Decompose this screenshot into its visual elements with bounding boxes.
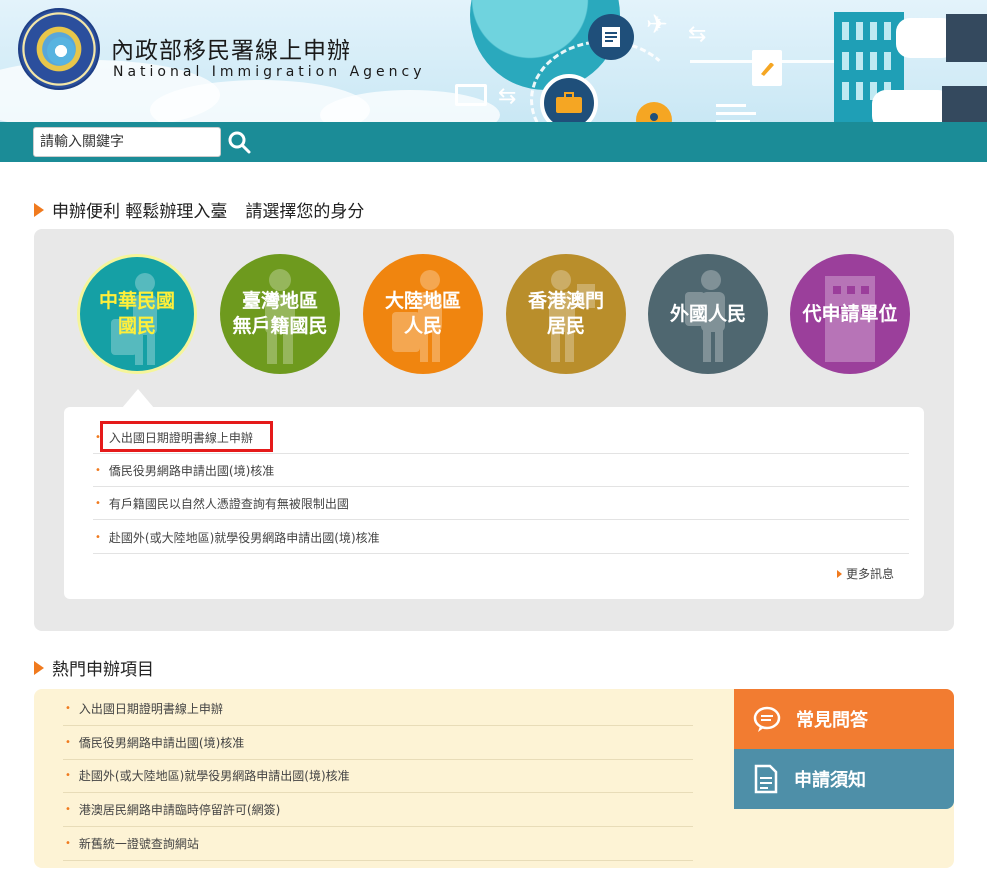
identity-option-label: 臺灣地區 — [241, 290, 318, 312]
popular-section-title: 熱門申辦項目 — [34, 655, 154, 680]
triangle-bullet-icon — [34, 202, 44, 217]
document-icon — [754, 764, 778, 794]
list-item-label: 港澳居民網路申請臨時停留許可(網簽) — [78, 803, 281, 817]
selection-pointer — [122, 389, 154, 408]
list-item[interactable]: • 僑民役男網路申請出國(境)核准 — [63, 726, 693, 760]
list-item[interactable]: • 有戶籍國民以自然人憑證查詢有無被限制出國 — [93, 487, 909, 520]
identity-option-hk-macao[interactable]: 香港澳門 居民 — [506, 254, 626, 374]
text-lines-decoration — [716, 112, 756, 115]
list-item-label: 僑民役男網路申請出國(境)核准 — [78, 736, 245, 750]
identity-option-label: 外國人民 — [669, 302, 746, 325]
popular-title: 熱門申辦項目 — [52, 660, 154, 680]
list-item[interactable]: • 入出國日期證明書線上申辦 — [63, 692, 693, 726]
sleeve-illustration — [946, 14, 987, 62]
identity-option-no-household[interactable]: 臺灣地區 無戶籍國民 — [220, 254, 340, 374]
identity-option-mainland[interactable]: 大陸地區 人民 — [363, 254, 483, 374]
site-title[interactable]: 內政部移民署線上申辦 — [111, 31, 351, 65]
list-item[interactable]: • 赴國外(或大陸地區)就學役男網路申請出國(境)核准 — [63, 759, 693, 793]
identity-option-label: 中華民國 — [98, 290, 175, 312]
list-item-label: 有戶籍國民以自然人憑證查詢有無被限制出國 — [108, 496, 349, 511]
bullet-icon: • — [65, 770, 71, 781]
chat-bubble-icon — [753, 706, 781, 732]
identity-option-label: 無戶籍國民 — [232, 315, 328, 337]
list-item[interactable]: • 赴國外(或大陸地區)就學役男網路申請出國(境)核准 — [93, 521, 909, 554]
bullet-icon: • — [65, 804, 71, 815]
identity-option-agent[interactable]: 代申請單位 — [790, 254, 910, 374]
list-item-label: 入出國日期證明書線上申辦 — [78, 702, 223, 716]
list-item-label: 僑民役男網路申請出國(境)核准 — [108, 463, 275, 478]
identity-option-label: 國民 — [117, 315, 156, 337]
identity-option-label: 代申請單位 — [802, 302, 898, 325]
bullet-icon: • — [65, 703, 71, 714]
faq-label: 常見問答 — [796, 710, 868, 731]
identity-prompt: 請選擇您的身分 — [245, 202, 365, 222]
search-input[interactable] — [33, 127, 221, 157]
transfer-arrows-icon: ⇆ — [498, 84, 517, 109]
list-item[interactable]: • 僑民役男網路申請出國(境)核准 — [93, 454, 909, 487]
route-line-decoration — [690, 60, 840, 63]
transfer-arrows-icon: ⇆ — [688, 22, 707, 47]
identity-option-label: 居民 — [546, 315, 585, 337]
list-item-label: 赴國外(或大陸地區)就學役男網路申請出國(境)核准 — [78, 769, 350, 783]
airplane-icon: ✈ — [646, 10, 668, 40]
more-info-link[interactable]: 更多訊息 — [837, 565, 894, 582]
notice-label: 申請須知 — [794, 770, 866, 791]
list-item-label: 赴國外(或大陸地區)就學役男網路申請出國(境)核准 — [108, 530, 380, 545]
highlight-box — [100, 421, 273, 452]
more-info-label: 更多訊息 — [846, 567, 895, 581]
identity-title: 申辦便利 輕鬆辦理入臺 — [52, 202, 228, 222]
identity-option-label: 大陸地區 — [384, 290, 461, 312]
site-header: ✈ ⇆ ⇆ 內政部移民署線上申辦 National Immigration Ag… — [0, 0, 987, 162]
list-item-label: 新舊統一證號查詢網站 — [78, 837, 199, 851]
news-icon — [588, 14, 634, 60]
triangle-bullet-icon — [837, 569, 842, 578]
identity-option-label: 香港澳門 — [527, 290, 604, 312]
laptop-icon — [455, 84, 487, 106]
bullet-icon: • — [65, 737, 71, 748]
search-icon[interactable] — [226, 129, 252, 155]
agency-logo[interactable] — [18, 8, 100, 90]
text-lines-decoration — [716, 104, 746, 107]
document-edit-icon — [752, 50, 782, 86]
bullet-icon: • — [95, 497, 101, 509]
identity-section-title: 申辦便利 輕鬆辦理入臺 請選擇您的身分 — [34, 197, 364, 222]
list-item[interactable]: • 新舊統一證號查詢網站 — [63, 827, 693, 861]
identity-option-roc-citizen[interactable]: 中華民國 國民 — [77, 254, 197, 374]
identity-option-foreigner[interactable]: 外國人民 — [648, 254, 768, 374]
identity-option-label: 人民 — [403, 315, 442, 337]
bullet-icon: • — [65, 838, 71, 849]
bullet-icon: • — [95, 464, 101, 476]
faq-button[interactable]: 常見問答 — [734, 689, 954, 749]
notice-button[interactable]: 申請須知 — [734, 749, 954, 809]
list-item[interactable]: • 港澳居民網路申請臨時停留許可(網簽) — [63, 793, 693, 827]
site-subtitle: National Immigration Agency — [113, 64, 426, 80]
bullet-icon: • — [95, 531, 101, 543]
triangle-bullet-icon — [34, 660, 44, 675]
